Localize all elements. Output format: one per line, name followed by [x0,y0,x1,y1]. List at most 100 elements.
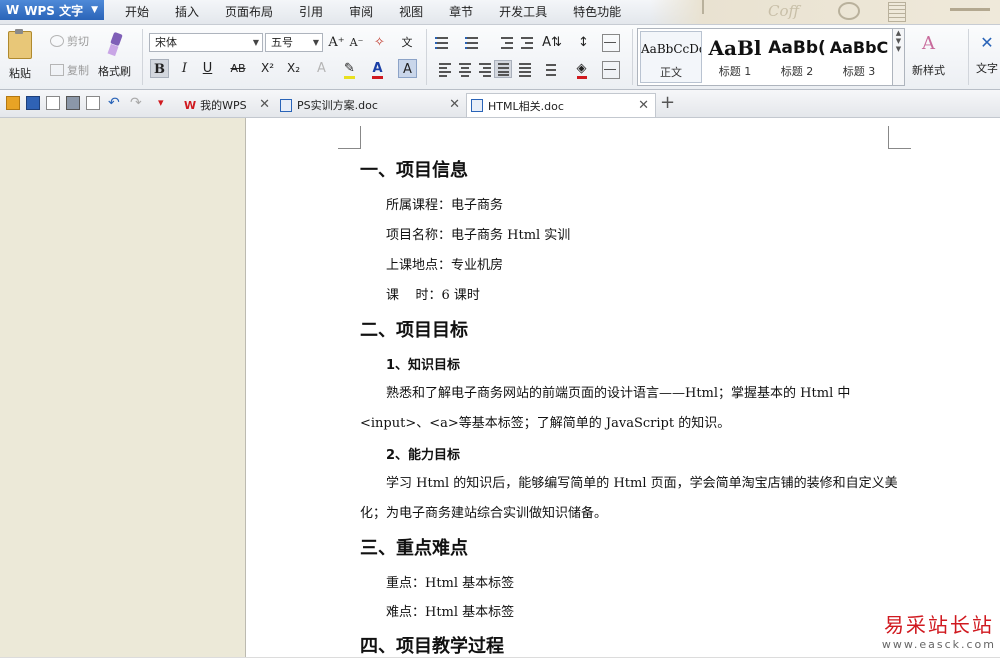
tab-developer[interactable]: 开发工具 [486,0,560,24]
copy-button[interactable]: 复制 [50,62,89,78]
style-name: 标题 3 [842,65,876,78]
distribute-button[interactable] [516,61,534,79]
superscript-button[interactable]: X² [258,59,277,78]
tab-page-layout[interactable]: 页面布局 [212,0,286,24]
style-heading-2[interactable]: AaBb( 标题 2 [766,31,828,83]
knowledge-goal-title: 1、知识目标 [386,358,461,373]
style-heading-1[interactable]: AaBl 标题 1 [704,31,766,83]
chevron-down-icon: ▼ [312,38,319,47]
style-heading-3[interactable]: AaBbC 标题 3 [828,31,890,83]
heading-project-goal: 二、项目目标 [360,320,468,341]
decrease-indent-button[interactable] [498,34,516,52]
font-size-value: 五号 [271,36,293,49]
shading-button[interactable]: ◈ [572,59,591,79]
phonetic-label: 文 [401,36,413,49]
tab-features[interactable]: 特色功能 [560,0,634,24]
close-icon[interactable]: ✕ [638,98,649,113]
margin-corner-mark [888,126,911,149]
shrink-font-button[interactable]: A⁻ [347,33,366,52]
font-size-select[interactable]: 五号 ▼ [265,33,323,52]
paste-label: 粘贴 [9,67,31,80]
align-right-button[interactable] [476,61,494,79]
borders-button[interactable] [602,61,620,79]
font-color-button[interactable]: A [368,59,387,79]
increase-indent-button[interactable] [518,34,536,52]
menu-tabs: 开始 插入 页面布局 引用 审阅 视图 章节 开发工具 特色功能 [112,0,634,24]
format-painter-button[interactable]: 格式刷 [98,31,131,79]
wps-logo-icon: W [6,3,20,17]
lamp-icon [702,0,712,14]
clipboard-icon [8,29,32,59]
redo-icon[interactable]: ↷ [130,96,144,110]
bullet-list-button[interactable] [434,34,452,52]
highlight-button[interactable]: ✎ [340,59,359,79]
tab-review[interactable]: 审阅 [336,0,386,24]
save-icon[interactable] [26,96,40,110]
doc-tab-ps-plan[interactable]: PS实训方案.doc ✕ [276,93,466,117]
justify-button[interactable] [494,60,512,78]
ribbon-separator [426,29,427,85]
text-tools-button[interactable]: ✕ 文字 [976,33,998,76]
copy-label: 复制 [67,64,89,77]
site-watermark: 易采站长站 www.easck.com [882,609,996,651]
watermark-title: 易采站长站 [883,613,994,637]
underline-button[interactable]: U [198,59,217,78]
line-spacing-button[interactable] [540,61,558,79]
undo-icon[interactable]: ↶ [108,96,122,110]
numbered-list-button[interactable] [464,34,482,52]
doc-tab-label: PS实训方案.doc [297,99,378,112]
print-icon[interactable] [66,96,80,110]
watermark-url: www.easck.com [881,638,996,651]
strikethrough-button[interactable]: AB [224,59,252,78]
close-icon[interactable]: ✕ [449,97,460,112]
tab-view[interactable]: 视图 [386,0,436,24]
doc-tab-mywps[interactable]: W 我的WPS ✕ [180,93,276,117]
ribbon-separator [632,29,633,85]
customize-icon[interactable]: ▾ [158,96,172,110]
cut-button[interactable]: 剪切 [50,33,89,49]
change-case-button[interactable]: A⇅ [540,33,564,52]
paint-bucket-icon: ◈ [576,61,587,79]
paste-button[interactable]: 粘贴 [8,29,32,81]
print-preview-icon[interactable] [86,96,100,110]
bold-button[interactable]: B [150,59,169,78]
tab-insert[interactable]: 插入 [162,0,212,24]
font-name-select[interactable]: 宋体 ▼ [149,33,263,52]
doc-tab-html[interactable]: HTML相关.doc ✕ [466,93,656,117]
change-case-icon: A⇅ [542,35,562,50]
heading-project-info: 一、项目信息 [360,160,468,181]
add-tab-icon[interactable]: + [660,92,675,113]
tab-start[interactable]: 开始 [112,0,162,24]
phonetic-guide-button[interactable]: 文 [395,33,419,52]
clear-format-button[interactable]: ✧ [370,33,389,52]
new-style-icon: A [922,33,935,54]
text-effect-button[interactable]: A [312,59,331,78]
style-normal[interactable]: AaBbCcDd 正文 [640,31,702,83]
tab-chapter[interactable]: 章节 [436,0,486,24]
styles-scrollbar[interactable]: ▲ ▼ ▼ [893,28,905,86]
italic-button[interactable]: I [175,59,194,78]
location-line: 上课地点：专业机房 [386,258,504,273]
export-pdf-icon[interactable] [46,96,60,110]
app-menu-button[interactable]: W WPS 文字 ▼ [0,0,104,20]
doc-file-icon [280,98,292,112]
close-icon[interactable]: ✕ [259,97,270,112]
char-shading-button[interactable]: A [398,59,417,78]
chevron-down-icon: ▼ [91,5,98,15]
ribbon-separator [142,29,143,85]
align-left-button[interactable] [436,61,454,79]
subscript-button[interactable]: X₂ [284,59,303,78]
document-page[interactable]: 一、项目信息 所属课程：电子商务 项目名称：电子商务 Html 实训 上课地点：… [246,118,1000,657]
new-style-button[interactable]: A 新样式 [912,33,945,78]
open-icon[interactable] [6,96,20,110]
style-preview: AaBbC [829,38,889,57]
table-grid-button[interactable] [602,34,620,52]
tab-references[interactable]: 引用 [286,0,336,24]
grow-font-button[interactable]: A⁺ [327,33,346,52]
align-center-button[interactable] [456,61,474,79]
sort-button[interactable]: ↕ [574,33,593,52]
menu-bar: W WPS 文字 ▼ 开始 插入 页面布局 引用 审阅 视图 章节 开发工具 特… [0,0,1000,25]
heading-teaching-process: 四、项目教学过程 [360,636,504,657]
difficulty-line: 难点：Html 基本标签 [386,605,515,620]
style-preview: AaBb( [768,38,826,58]
